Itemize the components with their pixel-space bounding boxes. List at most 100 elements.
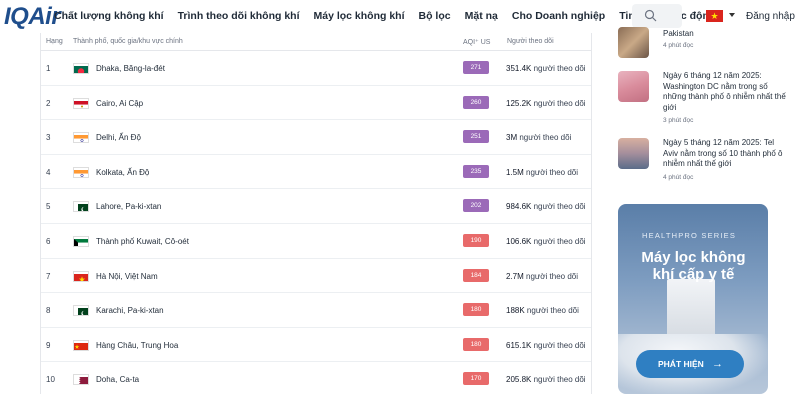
rank-value: 8 [46, 306, 51, 316]
iqair-logo[interactable]: IQAir [4, 3, 61, 31]
followers-count: 188K người theo dõi [506, 306, 579, 315]
main-nav: Chất lượng không khí Trình theo dõi khôn… [54, 10, 729, 22]
followers-value: 188K [506, 306, 525, 316]
aqi-badge: 202 [463, 199, 489, 213]
news-title: Ngày 5 tháng 12 năm 2025: Tel Aviv nằm t… [663, 138, 783, 168]
login-link[interactable]: Đăng nhập [746, 11, 795, 22]
table-row[interactable]: 5 Lahore, Pa-ki-xtan 202 984.6K người theo … [41, 189, 591, 224]
language-caret-icon[interactable] [729, 13, 735, 17]
aqi-badge: 251 [463, 130, 489, 144]
discover-button[interactable]: PHÁT HIỆN → [636, 350, 744, 378]
city-name-link[interactable]: Karachi, Pa-ki-xtan [96, 306, 164, 315]
followers-count: 615.1K người theo dõi [506, 341, 586, 350]
column-followers: Người theo dõi [507, 38, 554, 45]
followers-value: 984.6K [506, 202, 532, 212]
followers-count: 1.5M người theo dõi [506, 168, 578, 177]
city-name-link[interactable]: Kolkata, Ấn Độ [96, 168, 149, 177]
aqi-badge: 235 [463, 164, 489, 178]
followers-value: 125.2K [506, 98, 532, 108]
table-row[interactable]: 3 Delhi, Ấn Độ 251 3M người theo dõi [41, 120, 591, 155]
followers-suffix: người theo dõi [533, 64, 586, 73]
rank-value: 2 [46, 98, 51, 108]
table-row[interactable]: 6 Thành phố Kuwait, Cô-oét 190 106.6K người… [41, 224, 591, 259]
followers-suffix: người theo dõi [519, 133, 572, 143]
city-name-link[interactable]: Cairo, Ai Cập [96, 99, 143, 108]
vietnam-flag-icon[interactable]: ★ [706, 10, 723, 22]
news-thumbnail [618, 27, 649, 58]
search-icon [644, 9, 657, 22]
followers-value: 205.8K [506, 375, 532, 385]
rank-value: 5 [46, 202, 51, 212]
followers-count: 106.6K người theo dõi [506, 237, 586, 246]
city-ranking-table: Hạng Thành phố, quốc gia/khu vực chính A… [40, 33, 592, 394]
nav-filters[interactable]: Bộ lọc [419, 10, 451, 22]
news-title: Pakistan [663, 29, 694, 38]
nav-masks[interactable]: Mặt nạ [465, 10, 498, 22]
aqi-badge: 260 [463, 95, 489, 109]
news-item[interactable]: Pakistan 4 phút đọc [618, 27, 788, 58]
news-read-time: 4 phút đọc [663, 42, 694, 49]
column-city: Thành phố, quốc gia/khu vực chính [73, 38, 183, 45]
table-row[interactable]: 2 Cairo, Ai Cập 260 125.2K người theo dõi [41, 86, 591, 121]
healthpro-promo-banner[interactable]: HEALTHPRO SERIES Máy lọc không khí cấp y… [618, 204, 768, 394]
followers-suffix: người theo dõi [526, 306, 579, 316]
followers-count: 984.6K người theo dõi [506, 202, 586, 211]
column-aqi: AQI⁺ US [463, 39, 491, 46]
aqi-badge: 184 [463, 268, 489, 282]
followers-value: 615.1K [506, 340, 532, 350]
news-item[interactable]: Ngày 5 tháng 12 năm 2025: Tel Aviv nằm t… [618, 138, 788, 188]
table-row[interactable]: 7 Hà Nội, Việt Nam 184 2.7M người theo dõi [41, 259, 591, 294]
nav-air-monitors[interactable]: Trình theo dõi không khí [178, 10, 300, 22]
city-name-link[interactable]: Thành phố Kuwait, Cô-oét [96, 237, 189, 246]
followers-suffix: người theo dõi [533, 375, 586, 385]
promo-title: Máy lọc không khí cấp y tế [641, 249, 746, 283]
city-name-link[interactable]: Dhaka, Băng-la-đét [96, 64, 165, 73]
city-name-link[interactable]: Doha, Ca-ta [96, 375, 139, 384]
aqi-badge: 180 [463, 303, 489, 317]
followers-value: 106.6K [506, 236, 532, 246]
followers-count: 205.8K người theo dõi [506, 375, 586, 384]
followers-value: 351.4K [506, 64, 532, 73]
nav-air-purifiers[interactable]: Máy lọc không khí [314, 10, 405, 22]
nav-air-quality[interactable]: Chất lượng không khí [54, 10, 164, 22]
kuwait-flag-icon [73, 235, 89, 247]
followers-count: 2.7M người theo dõi [506, 272, 578, 281]
news-thumbnail [618, 71, 649, 102]
bangladesh-flag-icon [73, 63, 89, 74]
city-name-link[interactable]: Hàng Châu, Trung Hoa [96, 341, 178, 350]
city-name-link[interactable]: Hà Nội, Việt Nam [96, 272, 158, 281]
nav-business[interactable]: Cho Doanh nghiệp [512, 10, 605, 22]
followers-suffix: người theo dõi [526, 167, 578, 177]
followers-value: 1.5M [506, 167, 524, 177]
india-flag-icon [73, 166, 89, 178]
table-row[interactable]: 1 Dhaka, Băng-la-đét 271 351.4K người theo … [41, 51, 591, 86]
pakistan-flag-icon [73, 201, 89, 213]
column-rank: Hạng [46, 38, 63, 45]
table-row[interactable]: 4 Kolkata, Ấn Độ 235 1.5M người theo dõi [41, 155, 591, 190]
egypt-flag-icon [73, 97, 89, 109]
followers-suffix: người theo dõi [533, 340, 586, 350]
aqi-badge: 170 [463, 372, 489, 386]
table-row[interactable]: 8 Karachi, Pa-ki-xtan 180 188K người theo d… [41, 293, 591, 328]
table-header: Hạng Thành phố, quốc gia/khu vực chính A… [41, 33, 591, 51]
rank-value: 6 [46, 236, 51, 246]
search-button[interactable] [632, 4, 682, 28]
aqi-badge: 190 [463, 233, 489, 247]
india-flag-icon [73, 132, 89, 144]
rank-value: 1 [46, 64, 51, 73]
arrow-right-icon: → [712, 358, 723, 370]
followers-count: 3M người theo dõi [506, 133, 571, 142]
city-name-link[interactable]: Delhi, Ấn Độ [96, 133, 141, 142]
pakistan-flag-icon [73, 305, 89, 317]
news-item[interactable]: Ngày 6 tháng 12 năm 2025: Washington DC … [618, 71, 788, 131]
city-name-link[interactable]: Lahore, Pa-ki-xtan [96, 202, 161, 211]
qatar-flag-icon [73, 374, 89, 386]
followers-value: 2.7M [506, 271, 524, 281]
table-row[interactable]: 10 Doha, Ca-ta 170 205.8K người theo dõi [41, 362, 591, 394]
followers-suffix: người theo dõi [533, 98, 586, 108]
followers-count: 125.2K người theo dõi [506, 99, 586, 108]
table-row[interactable]: 9 Hàng Châu, Trung Hoa 180 615.1K người the… [41, 328, 591, 363]
aqi-badge: 180 [463, 337, 489, 351]
news-sidebar: Pakistan 4 phút đọc Ngày 6 tháng 12 năm … [612, 27, 792, 394]
discover-button-label: PHÁT HIỆN [658, 359, 704, 369]
